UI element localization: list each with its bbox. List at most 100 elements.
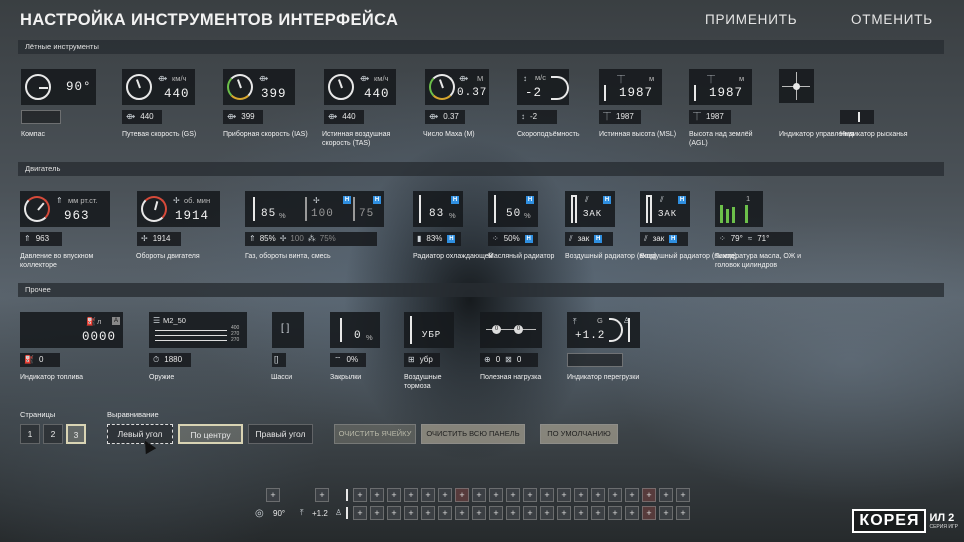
hud-slot[interactable]: + xyxy=(540,506,554,520)
hud-slot-top-b[interactable]: + xyxy=(315,488,329,502)
flaps-widget[interactable]: 0 % xyxy=(330,312,380,348)
hud-slot[interactable]: + xyxy=(523,488,537,502)
align-left-button[interactable]: Левый угол xyxy=(107,424,173,444)
radiator-out-widget[interactable]: ⫽ H ЗАК xyxy=(640,191,690,227)
rpm-widget[interactable]: ✢ об. мин 1914 xyxy=(137,191,220,227)
hud-slot[interactable]: + xyxy=(557,506,571,520)
page-1-button[interactable]: 1 xyxy=(20,424,40,444)
hud-slot[interactable]: + xyxy=(574,506,588,520)
gload-widget[interactable]: ⤒ G ♙ +1.2 xyxy=(567,312,640,348)
payload-small-widget[interactable]: ⊕ 0 ⊠ 0 xyxy=(480,353,538,367)
hud-slot[interactable]: + xyxy=(506,488,520,502)
gs-widget[interactable]: ⟴ км/ч 440 xyxy=(122,69,195,105)
radiator-cool-widget[interactable]: H 83 % xyxy=(413,191,463,227)
hud-slot[interactable]: + xyxy=(608,488,622,502)
airbrake-small-widget[interactable]: ⊞ убр xyxy=(404,353,440,367)
fuel-widget[interactable]: ⛽ л A 0000 xyxy=(20,312,123,348)
tas-small-widget[interactable]: ⟴ 440 xyxy=(324,110,364,124)
hud-slot[interactable]: + xyxy=(557,488,571,502)
hud-slot[interactable]: + xyxy=(540,488,554,502)
mach-widget[interactable]: ⟴ М 0.37 xyxy=(425,69,489,105)
hud-slot[interactable]: + xyxy=(591,488,605,502)
radiator-oil-widget[interactable]: H 50 % xyxy=(488,191,538,227)
compass-widget[interactable]: 90° xyxy=(21,69,96,105)
align-center-button[interactable]: По центру xyxy=(178,424,243,444)
radiator-in-small-widget[interactable]: ⫽ зак H xyxy=(565,232,613,246)
flaps-small-widget[interactable]: ⌔ 0% xyxy=(330,353,366,367)
clear-panel-button[interactable]: ОЧИСТИТЬ ВСЮ ПАНЕЛЬ xyxy=(421,424,525,444)
hud-slot[interactable]: + xyxy=(370,506,384,520)
hud-slot[interactable]: + xyxy=(387,488,401,502)
hud-slot[interactable]: + xyxy=(642,488,656,502)
payload-widget[interactable]: 0 0 xyxy=(480,312,542,348)
hud-slot[interactable]: + xyxy=(523,506,537,520)
hud-slot[interactable]: + xyxy=(608,506,622,520)
hud-slot[interactable]: + xyxy=(676,488,690,502)
weapon-small-widget[interactable]: ⏱ 1880 xyxy=(149,353,191,367)
hud-slot[interactable]: + xyxy=(421,506,435,520)
hud-slot[interactable]: + xyxy=(438,506,452,520)
hud-slot[interactable]: + xyxy=(421,488,435,502)
gear-widget[interactable]: [ ] xyxy=(272,312,304,348)
manifold-widget[interactable]: ⇑ мм рт.ст. 963 xyxy=(20,191,110,227)
hud-slot[interactable]: + xyxy=(353,488,367,502)
rudder-widget[interactable] xyxy=(840,110,874,124)
rpm-small-widget[interactable]: ✢ 1914 xyxy=(137,232,181,246)
compass-small-slot[interactable] xyxy=(21,110,61,124)
hud-slot[interactable]: + xyxy=(659,488,673,502)
vs-small-widget[interactable]: ↕ -2 xyxy=(517,110,557,124)
radiator-in-widget[interactable]: ⫽ H ЗАК xyxy=(565,191,615,227)
hud-slot[interactable]: + xyxy=(506,506,520,520)
hud-slot-top-a[interactable]: + xyxy=(266,488,280,502)
gload-small-slot[interactable] xyxy=(567,353,623,367)
temps-small-widget[interactable]: ⁘ 79° ≈71° xyxy=(715,232,793,246)
hud-slot[interactable]: + xyxy=(489,488,503,502)
gear-small-widget[interactable]: [] xyxy=(272,353,286,367)
hud-slot[interactable]: + xyxy=(591,506,605,520)
hud-slot[interactable]: + xyxy=(642,506,656,520)
hud-slot[interactable]: + xyxy=(353,506,367,520)
airbrake-widget[interactable]: УБР xyxy=(404,312,454,348)
agl-widget[interactable]: ⏉ м 1987 xyxy=(689,69,752,105)
tas-widget[interactable]: ⟴ км/ч 440 xyxy=(324,69,396,105)
hud-slot[interactable]: + xyxy=(455,506,469,520)
mach-small-widget[interactable]: ⟴ 0.37 xyxy=(425,110,465,124)
apply-button[interactable]: ПРИМЕНИТЬ xyxy=(705,12,797,27)
msl-widget[interactable]: ⏉ м 1987 xyxy=(599,69,662,105)
hud-slot[interactable]: + xyxy=(455,488,469,502)
hud-slot[interactable]: + xyxy=(438,488,452,502)
agl-small-widget[interactable]: ⏉ 1987 xyxy=(689,110,731,124)
cancel-button[interactable]: ОТМЕНИТЬ xyxy=(851,12,933,27)
hud-slot[interactable]: + xyxy=(625,488,639,502)
align-right-button[interactable]: Правый угол xyxy=(248,424,313,444)
hud-slot[interactable]: + xyxy=(472,506,486,520)
manifold-small-widget[interactable]: ⇑ 963 xyxy=(20,232,62,246)
radiator-out-small-widget[interactable]: ⫽ зак H xyxy=(640,232,688,246)
fuel-small-widget[interactable]: ⛽ 0 xyxy=(20,353,60,367)
hud-slot[interactable]: + xyxy=(370,488,384,502)
gs-small-widget[interactable]: ⟴ 440 xyxy=(122,110,162,124)
ias-small-widget[interactable]: ⟴ 399 xyxy=(223,110,263,124)
control-widget[interactable] xyxy=(779,69,814,103)
weapon-widget[interactable]: ☰ M2_50 400 270 270 xyxy=(149,312,247,348)
vs-widget[interactable]: ↕ м/с -2 xyxy=(517,69,569,105)
radiator-oil-small-widget[interactable]: ⁘ 50% H xyxy=(488,232,538,246)
clear-cell-button[interactable]: ОЧИСТИТЬ ЯЧЕЙКУ xyxy=(334,424,416,444)
hud-slot[interactable]: + xyxy=(625,506,639,520)
hud-slot[interactable]: + xyxy=(387,506,401,520)
page-2-button[interactable]: 2 xyxy=(43,424,63,444)
hud-slot[interactable]: + xyxy=(676,506,690,520)
throttle-widget[interactable]: 85 % ✢ H 100 H 75 xyxy=(245,191,384,227)
page-3-button[interactable]: 3 xyxy=(66,424,86,444)
hud-slot[interactable]: + xyxy=(574,488,588,502)
hud-slot[interactable]: + xyxy=(472,488,486,502)
hud-slot[interactable]: + xyxy=(404,506,418,520)
hud-slot[interactable]: + xyxy=(404,488,418,502)
hud-slot[interactable]: + xyxy=(489,506,503,520)
temps-widget[interactable]: 1 xyxy=(715,191,763,227)
msl-small-widget[interactable]: ⏉ 1987 xyxy=(599,110,641,124)
hud-slot[interactable]: + xyxy=(659,506,673,520)
radiator-cool-small-widget[interactable]: ▮ 83% H xyxy=(413,232,461,246)
default-button[interactable]: ПО УМОЛЧАНИЮ xyxy=(540,424,618,444)
ias-widget[interactable]: ⟴ 399 xyxy=(223,69,295,105)
